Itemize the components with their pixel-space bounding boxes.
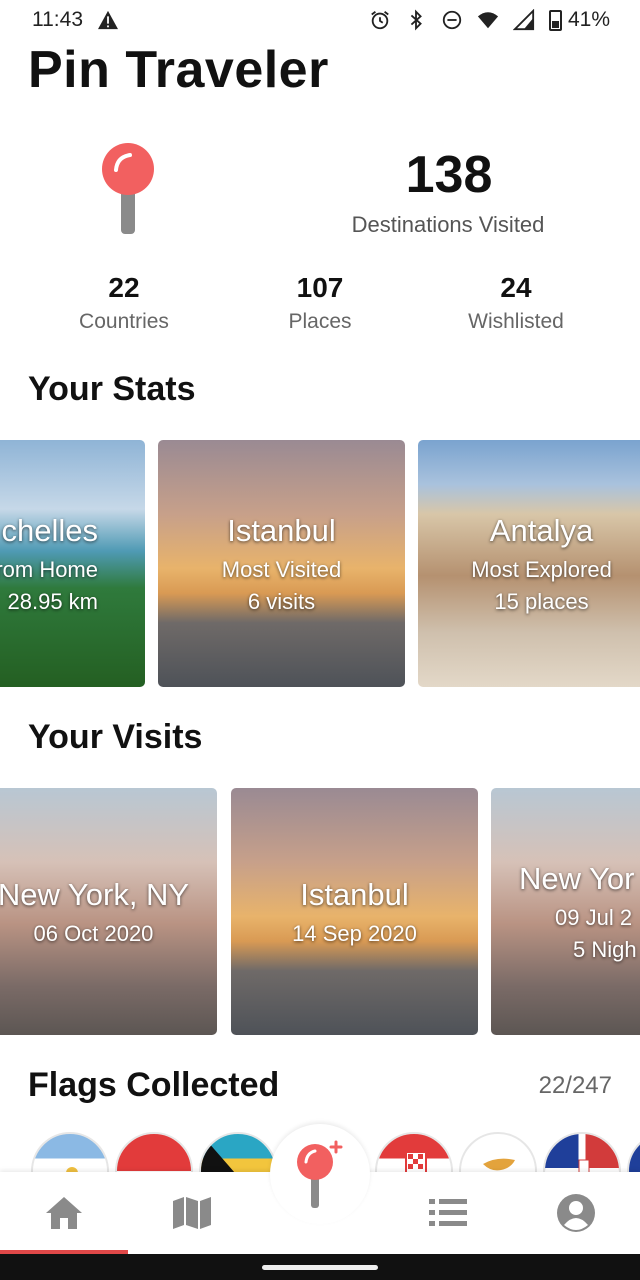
flag-cyprus-icon[interactable] xyxy=(459,1132,537,1175)
destinations-label: Destinations Visited xyxy=(351,212,545,237)
pin-logo-icon xyxy=(102,143,154,234)
nav-list[interactable] xyxy=(384,1172,512,1254)
add-pin-icon xyxy=(297,1140,343,1208)
flag-argentina-icon[interactable] xyxy=(31,1132,109,1175)
status-bar: 11:43 41% xyxy=(0,0,640,40)
visit-card-new-york[interactable]: New York, NY 06 Oct 2020 xyxy=(0,788,217,1035)
card-date: 14 Sep 2020 xyxy=(292,920,417,946)
battery-icon xyxy=(548,9,562,31)
profile-icon xyxy=(557,1194,595,1232)
stats-section-title: Your Stats xyxy=(28,370,196,408)
flag-dominican-republic-icon[interactable] xyxy=(543,1132,621,1175)
metric-label: Places xyxy=(288,310,352,333)
flags-count: 22/247 xyxy=(538,1072,612,1099)
metric-value: 24 xyxy=(500,272,532,303)
flag-bahamas-icon[interactable] xyxy=(199,1132,277,1175)
metric-wishlisted: 24 Wishlisted xyxy=(421,272,611,334)
bluetooth-icon xyxy=(410,9,422,31)
card-title: Antalya xyxy=(489,512,594,548)
card-date: 09 Jul 2 xyxy=(555,904,633,930)
card-detail: 28.95 km xyxy=(7,588,99,614)
destinations-total: 138 xyxy=(405,146,493,204)
nav-profile[interactable] xyxy=(512,1172,640,1254)
list-icon xyxy=(429,1199,467,1226)
card-title: New York, NY xyxy=(0,876,190,912)
card-title: chelles xyxy=(1,512,99,548)
status-time: 11:43 xyxy=(32,8,83,31)
metric-places: 107 Places xyxy=(225,272,415,334)
card-subtitle: Most Visited xyxy=(221,556,342,582)
card-date: 06 Oct 2020 xyxy=(33,920,154,946)
visits-section-title: Your Visits xyxy=(28,718,203,756)
stat-card-istanbul[interactable]: Istanbul Most Visited 6 visits xyxy=(158,440,405,687)
card-nights: 5 Nigh xyxy=(573,936,637,962)
battery-percent: 41% xyxy=(567,8,610,31)
nav-home[interactable] xyxy=(0,1172,128,1254)
app-title: Pin Traveler xyxy=(28,41,329,99)
alarm-icon xyxy=(371,11,389,30)
metric-value: 22 xyxy=(108,272,140,303)
visit-card-new-york-2[interactable]: New Yor 09 Jul 2 5 Nigh xyxy=(491,788,640,1035)
warning-icon xyxy=(98,10,118,30)
add-pin-button[interactable] xyxy=(270,1124,370,1224)
flags-section-title: Flags Collected xyxy=(28,1066,280,1104)
do-not-disturb-icon xyxy=(442,10,462,30)
flag-indonesia-icon[interactable] xyxy=(115,1132,193,1175)
metric-label: Countries xyxy=(79,310,169,333)
card-subtitle: Most Explored xyxy=(471,556,612,582)
card-title: New Yor xyxy=(519,860,635,896)
gesture-handle[interactable] xyxy=(262,1265,378,1270)
flag-croatia-icon[interactable] xyxy=(375,1132,453,1175)
home-icon xyxy=(46,1197,82,1229)
metric-value: 107 xyxy=(296,272,344,303)
card-title: Istanbul xyxy=(227,512,336,548)
wifi-icon xyxy=(477,12,499,29)
stat-card-antalya[interactable]: Antalya Most Explored 15 places xyxy=(418,440,640,687)
card-detail: 6 visits xyxy=(247,588,316,614)
card-subtitle: From Home xyxy=(0,556,98,582)
metric-label: Wishlisted xyxy=(468,310,564,333)
metric-countries: 22 Countries xyxy=(29,272,219,334)
visit-card-istanbul[interactable]: Istanbul 14 Sep 2020 xyxy=(231,788,478,1035)
nav-map[interactable] xyxy=(128,1172,256,1254)
card-detail: 15 places xyxy=(494,588,589,614)
gesture-bar xyxy=(0,1254,640,1280)
cell-signal-icon xyxy=(512,9,535,31)
map-icon xyxy=(173,1197,211,1229)
stat-card-seychelles[interactable]: chelles From Home 28.95 km xyxy=(0,440,145,687)
card-title: Istanbul xyxy=(300,876,409,912)
flag-other-icon[interactable] xyxy=(627,1132,640,1175)
